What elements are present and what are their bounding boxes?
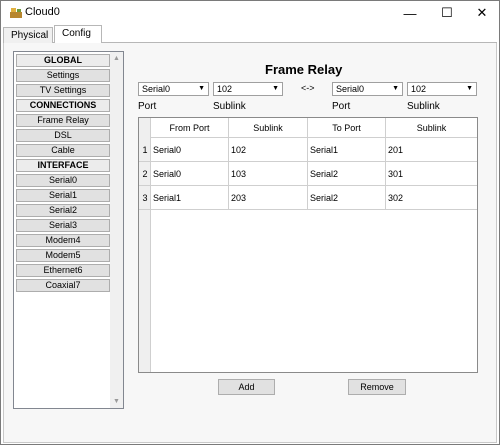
sublink-left-label: Sublink [213,101,246,112]
sidebar-item-serial3[interactable]: Serial3 [16,219,110,232]
from-port-cell: Serial0 [151,138,229,162]
cloud-app-icon [10,8,22,18]
to-sublink-cell: 301 [388,169,404,179]
table-header-to-port: To Port [308,118,386,138]
port-left-label: Port [138,101,157,112]
sidebar-item-ethernet6[interactable]: Ethernet6 [16,264,110,277]
port-right-label: Port [332,101,351,112]
sidebar-item-modem5[interactable]: Modem5 [16,249,110,262]
table-row[interactable]: 3 Serial1 203 Serial2 302 [139,186,477,210]
tab-config[interactable]: Config [54,25,102,44]
row-number: 1 [142,145,148,155]
sublink-right-select[interactable]: 102 ▼ [407,82,477,96]
port-left-select[interactable]: Serial0 ▼ [138,82,209,96]
table-header-from-sublink: Sublink [229,118,308,138]
title-bar: Cloud0 — ☐ ✕ [1,1,499,25]
sidebar-item-serial0[interactable]: Serial0 [16,174,110,187]
config-sidebar: GLOBAL Settings TV Settings CONNECTIONS … [13,51,124,409]
chevron-down-icon: ▼ [466,85,473,92]
sublink-right-label: Sublink [407,101,440,112]
port-right-value: Serial0 [336,84,365,94]
sublink-left-select[interactable]: 102 ▼ [213,82,283,96]
to-port-cell: Serial2 [308,162,386,186]
sidebar-header-interface: INTERFACE [16,159,110,172]
port-left-value: Serial0 [142,84,171,94]
scroll-down-arrow-icon[interactable]: ▼ [110,395,123,408]
sidebar-header-connections: CONNECTIONS [16,99,110,112]
minimize-button[interactable]: — [393,1,427,25]
to-sublink-cell: 302 [388,193,404,203]
close-button[interactable]: ✕ [465,1,499,25]
sidebar-scrollbar[interactable]: ▲ ▼ [110,52,123,408]
from-port-cell: Serial1 [151,186,229,210]
connection-arrow: <-> [301,83,315,93]
to-port-cell: Serial2 [308,186,386,210]
port-right-select[interactable]: Serial0 ▼ [332,82,403,96]
tab-physical[interactable]: Physical [3,27,53,44]
sidebar-item-cable[interactable]: Cable [16,144,110,157]
sidebar-item-modem4[interactable]: Modem4 [16,234,110,247]
add-button[interactable]: Add [218,379,275,395]
table-header-to-sublink: Sublink [386,118,477,138]
from-sublink-cell: 103 [229,162,308,186]
cloud-config-window: Cloud0 — ☐ ✕ Physical Config GLOBAL Sett… [0,0,500,445]
sidebar-item-tv-settings[interactable]: TV Settings [16,84,110,97]
sidebar-item-frame-relay[interactable]: Frame Relay [16,114,110,127]
chevron-down-icon: ▼ [272,85,279,92]
from-sublink-cell: 203 [229,186,308,210]
table-row[interactable]: 2 Serial0 103 Serial2 301 [139,162,477,186]
config-panel: GLOBAL Settings TV Settings CONNECTIONS … [3,43,497,443]
maximize-button[interactable]: ☐ [430,1,464,25]
sidebar-list: GLOBAL Settings TV Settings CONNECTIONS … [16,54,110,294]
remove-button[interactable]: Remove [348,379,406,395]
chevron-down-icon: ▼ [198,85,205,92]
row-number: 3 [142,193,148,203]
sidebar-item-dsl[interactable]: DSL [16,129,110,142]
from-port-cell: Serial0 [151,162,229,186]
to-sublink-cell: 201 [388,145,404,155]
scroll-up-arrow-icon[interactable]: ▲ [110,52,123,65]
frame-relay-table: From Port Sublink To Port Sublink 1 Seri… [138,117,478,373]
sublink-right-value: 102 [411,84,427,94]
table-header-from-port: From Port [151,118,229,138]
sidebar-header-global: GLOBAL [16,54,110,67]
row-number: 2 [142,169,148,179]
tab-strip: Physical Config [3,25,497,44]
to-port-cell: Serial1 [308,138,386,162]
sublink-left-value: 102 [217,84,233,94]
table-row[interactable]: 1 Serial0 102 Serial1 201 [139,138,477,162]
sidebar-item-settings[interactable]: Settings [16,69,110,82]
window-title: Cloud0 [25,6,60,18]
from-sublink-cell: 102 [229,138,308,162]
page-title: Frame Relay [265,62,343,77]
chevron-down-icon: ▼ [392,85,399,92]
sidebar-item-serial1[interactable]: Serial1 [16,189,110,202]
sidebar-item-coaxial7[interactable]: Coaxial7 [16,279,110,292]
sidebar-item-serial2[interactable]: Serial2 [16,204,110,217]
